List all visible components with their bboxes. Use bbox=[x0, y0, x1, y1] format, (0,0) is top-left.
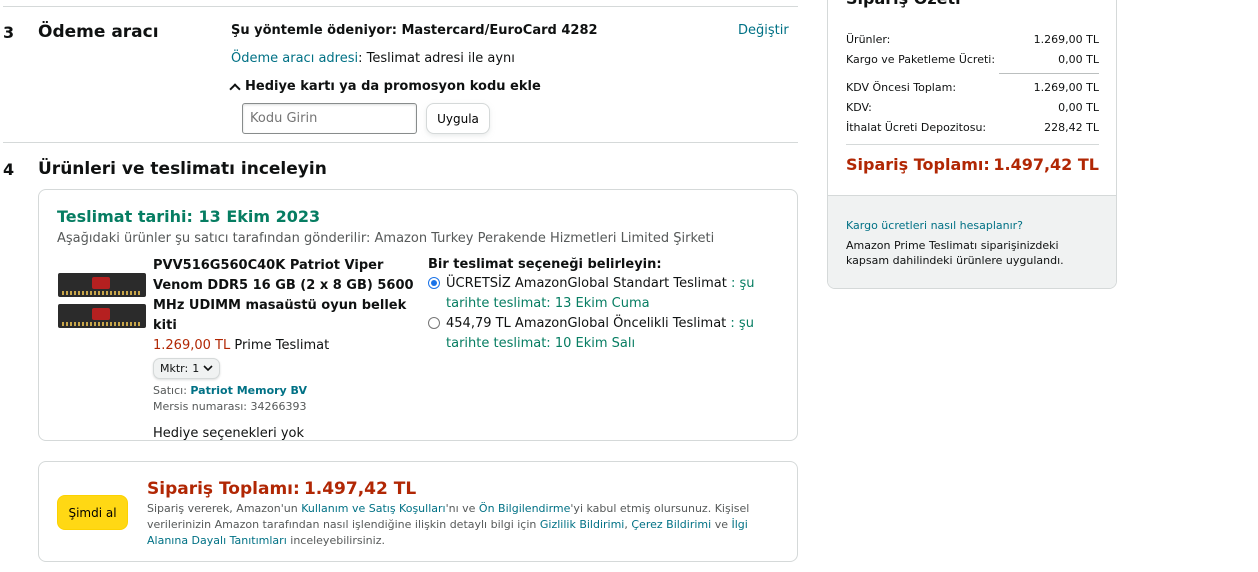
legal-text-part: inceleyebilirsiniz. bbox=[286, 534, 385, 547]
summary-label: Kargo ve Paketleme Ücreti: bbox=[846, 53, 996, 66]
summary-row: Kargo ve Paketleme Ücreti: 0,00 TL bbox=[846, 50, 1099, 70]
interest-ads-link[interactable]: Alanına Dayalı Tanıtımları bbox=[147, 534, 287, 547]
option-text: 454,79 TL AmazonGlobal Öncelikli Teslima… bbox=[446, 316, 727, 331]
change-payment-link[interactable]: Değiştir bbox=[738, 23, 789, 38]
mersis-number: Mersis numarası: 34266393 bbox=[153, 400, 307, 413]
summary-row: Ürünler: 1.269,00 TL bbox=[846, 30, 1099, 50]
summary-value: 1.269,00 TL bbox=[1033, 33, 1099, 46]
privacy-link[interactable]: Gizlilik Bildirimi bbox=[540, 518, 625, 531]
summary-divider bbox=[846, 144, 1099, 145]
product-image[interactable] bbox=[58, 273, 148, 331]
legal-text: Sipariş vererek, Amazon'un Kullanım ve S… bbox=[147, 501, 767, 549]
delivery-date: Teslimat tarihi: 13 Ekim 2023 bbox=[57, 207, 321, 226]
payment-method-line: Şu yöntemle ödeniyor: Mastercard/EuroCar… bbox=[231, 23, 598, 38]
seller-label: Satıcı: bbox=[153, 384, 187, 397]
seller-name-link[interactable]: Patriot Memory BV bbox=[190, 384, 307, 397]
summary-value: 0,00 TL bbox=[1058, 101, 1099, 114]
summary-total: Sipariş Toplamı: 1.497,42 TL bbox=[846, 155, 1099, 174]
summary-rows: Ürünler: 1.269,00 TL Kargo ve Paketleme Ü… bbox=[846, 30, 1099, 174]
summary-label: KDV Öncesi Toplam: bbox=[846, 81, 957, 94]
place-order-card: Şimdi al Sipariş Toplamı: 1.497,42 TL Si… bbox=[38, 461, 798, 562]
step-3-title: Ödeme aracı bbox=[38, 22, 159, 42]
legal-text-part: 'yi kabul etmiş olursunuz. Kişisel bbox=[570, 502, 750, 515]
product-title-line: Venom DDR5 16 GB (2 x 8 GB) 5600 bbox=[153, 278, 414, 293]
place-order-button[interactable]: Şimdi al bbox=[57, 495, 128, 530]
summary-total-value: 1.497,42 TL bbox=[993, 155, 1099, 174]
preinfo-link[interactable]: Ön Bilgilendirme bbox=[479, 502, 570, 515]
summary-divider bbox=[999, 73, 1099, 74]
payment-address-link[interactable]: Ödeme aracı adresi bbox=[231, 51, 358, 66]
prime-note-line: Amazon Prime Teslimatı siparişinizdeki bbox=[846, 239, 1059, 252]
prime-note: Amazon Prime Teslimatı siparişinizdeki k… bbox=[846, 238, 1064, 268]
summary-footer: Kargo ücretleri nasıl hesaplanır? Amazon… bbox=[828, 195, 1116, 288]
order-summary-panel: Sipariş Özeti Ürünler: 1.269,00 TL Kargo … bbox=[827, 0, 1117, 289]
quantity-dropdown[interactable]: Mktr: 1 bbox=[153, 358, 221, 379]
summary-row: KDV Öncesi Toplam: 1.269,00 TL bbox=[846, 78, 1099, 98]
step-4-number: 4 bbox=[3, 160, 15, 179]
delivery-option-standard[interactable]: ÜCRETSİZ AmazonGlobal Standart Teslimat … bbox=[428, 274, 773, 314]
apply-promo-button[interactable]: Uygula bbox=[426, 103, 490, 134]
product-title[interactable]: PVV516G560C40K Patriot Viper Venom DDR5 … bbox=[153, 256, 418, 336]
terms-link[interactable]: Kullanım ve Satış Koşulları bbox=[301, 502, 445, 515]
option-date: şu bbox=[739, 276, 755, 291]
payment-address-value: : Teslimat adresi ile aynı bbox=[358, 51, 515, 66]
chevron-up-icon bbox=[229, 82, 241, 95]
delivery-option-priority[interactable]: 454,79 TL AmazonGlobal Öncelikli Teslima… bbox=[428, 314, 773, 354]
shipping-calc-link[interactable]: Kargo ücretleri nasıl hesaplanır? bbox=[846, 219, 1023, 232]
order-summary-title: Sipariş Özeti bbox=[846, 0, 961, 8]
option-date: tarihte teslimat: 13 Ekim Cuma bbox=[446, 296, 650, 311]
summary-label: İthalat Ücreti Depozitosu: bbox=[846, 121, 987, 134]
prime-note-line: kapsam dahilindeki ürünlere uygulandı. bbox=[846, 254, 1064, 267]
option-separator: : bbox=[726, 316, 739, 331]
summary-label: Ürünler: bbox=[846, 33, 891, 46]
order-total-line: Sipariş Toplamı: 1.497,42 TL bbox=[147, 479, 416, 499]
quantity-value: 1 bbox=[192, 362, 200, 375]
order-total-value: 1.497,42 TL bbox=[303, 479, 417, 499]
product-seller: Satıcı: Patriot Memory BV bbox=[153, 384, 418, 397]
delivery-options-heading: Bir teslimat seçeneği belirleyin: bbox=[428, 257, 662, 272]
product-price-line: 1.269,00 TL Prime Teslimat bbox=[153, 336, 418, 356]
summary-row: KDV: 0,00 TL bbox=[846, 98, 1099, 118]
summary-value: 0,00 TL bbox=[1058, 53, 1099, 66]
radio-unselected-icon[interactable] bbox=[428, 317, 440, 329]
legal-text-part: ve bbox=[711, 518, 732, 531]
summary-total-label: Sipariş Toplamı: bbox=[846, 155, 990, 174]
section-divider bbox=[3, 142, 798, 143]
summary-value: 1.269,00 TL bbox=[1033, 81, 1099, 94]
delivery-group-card: Teslimat tarihi: 13 Ekim 2023 Aşağıdaki … bbox=[38, 189, 798, 441]
step-3-number: 3 bbox=[3, 23, 15, 42]
legal-text-part: 'nı ve bbox=[445, 502, 479, 515]
product-title-line: MHz UDIMM masaüstü oyun bellek kiti bbox=[153, 298, 407, 333]
option-date: şu bbox=[738, 316, 754, 331]
payment-address-line: Ödeme aracı adresi: Teslimat adresi ile … bbox=[231, 51, 515, 66]
promo-toggle[interactable]: Hediye kartı ya da promosyon kodu ekle bbox=[229, 79, 541, 95]
legal-text-part: Sipariş vererek, Amazon'un bbox=[147, 502, 302, 515]
promo-code-input[interactable] bbox=[242, 103, 417, 134]
chevron-down-icon bbox=[203, 365, 213, 372]
top-divider bbox=[3, 6, 798, 7]
summary-label: KDV: bbox=[846, 101, 872, 114]
quantity-label: Mktr: bbox=[160, 362, 189, 375]
product-price: 1.269,00 TL bbox=[153, 338, 231, 353]
legal-text-part: verilerinizin Amazon tarafından nasıl iş… bbox=[147, 518, 540, 531]
product-info: PVV516G560C40K Patriot Viper Venom DDR5 … bbox=[153, 256, 418, 441]
gift-options: Hediye seçenekleri yok bbox=[153, 426, 305, 441]
interest-ads-link[interactable]: İlgi bbox=[731, 518, 747, 531]
step-4-title: Ürünleri ve teslimatı inceleyin bbox=[38, 159, 327, 179]
shipped-by-line: Aşağıdaki ürünler şu satıcı tarafından g… bbox=[57, 231, 715, 246]
summary-value: 228,42 TL bbox=[1044, 121, 1099, 134]
order-total-label: Sipariş Toplamı: bbox=[147, 479, 300, 499]
prime-delivery-label: Prime Teslimat bbox=[230, 338, 330, 353]
promo-toggle-label: Hediye kartı ya da promosyon kodu ekle bbox=[245, 79, 541, 94]
option-date: tarihte teslimat: 10 Ekim Salı bbox=[446, 336, 636, 351]
option-separator: : bbox=[726, 276, 740, 291]
radio-selected-icon[interactable] bbox=[428, 277, 440, 289]
delivery-options: Bir teslimat seçeneği belirleyin: ÜCRETS… bbox=[428, 257, 773, 354]
option-text: ÜCRETSİZ AmazonGlobal Standart Teslimat bbox=[446, 276, 727, 291]
product-title-line: PVV516G560C40K Patriot Viper bbox=[153, 258, 384, 273]
summary-row: İthalat Ücreti Depozitosu: 228,42 TL bbox=[846, 118, 1099, 138]
cookie-link[interactable]: Çerez Bildirimi bbox=[631, 518, 711, 531]
